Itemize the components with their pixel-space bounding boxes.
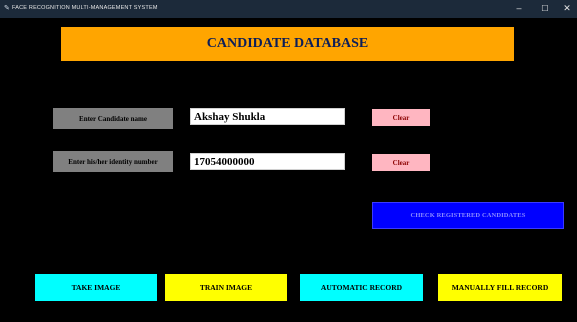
window-title: FACE RECOGNITION MULTI-MANAGEMENT SYSTEM	[12, 5, 158, 11]
title-bar: ✎ FACE RECOGNITION MULTI-MANAGEMENT SYST…	[0, 0, 577, 18]
clear-id-button[interactable]: Clear	[372, 154, 430, 171]
close-icon[interactable]: ✕	[556, 0, 577, 18]
maximize-icon[interactable]: ☐	[534, 0, 556, 18]
app-feather-icon: ✎	[4, 5, 10, 12]
minimize-icon[interactable]: –	[508, 0, 530, 18]
train-image-button[interactable]: TRAIN IMAGE	[165, 274, 287, 301]
automatic-record-button[interactable]: AUTOMATIC RECORD	[300, 274, 423, 301]
identity-number-label: Enter his/her identity number	[53, 151, 173, 172]
clear-name-button[interactable]: Clear	[372, 109, 430, 126]
check-registered-candidates-button[interactable]: CHECK REGISTERED CANDIDATES	[372, 202, 564, 229]
take-image-button[interactable]: TAKE IMAGE	[35, 274, 157, 301]
page-title: CANDIDATE DATABASE	[61, 27, 514, 61]
candidate-name-input[interactable]	[190, 108, 345, 125]
identity-number-input[interactable]	[190, 153, 345, 170]
candidate-name-label: Enter Candidate name	[53, 108, 173, 129]
manually-fill-record-button[interactable]: MANUALLY FILL RECORD	[438, 274, 562, 301]
